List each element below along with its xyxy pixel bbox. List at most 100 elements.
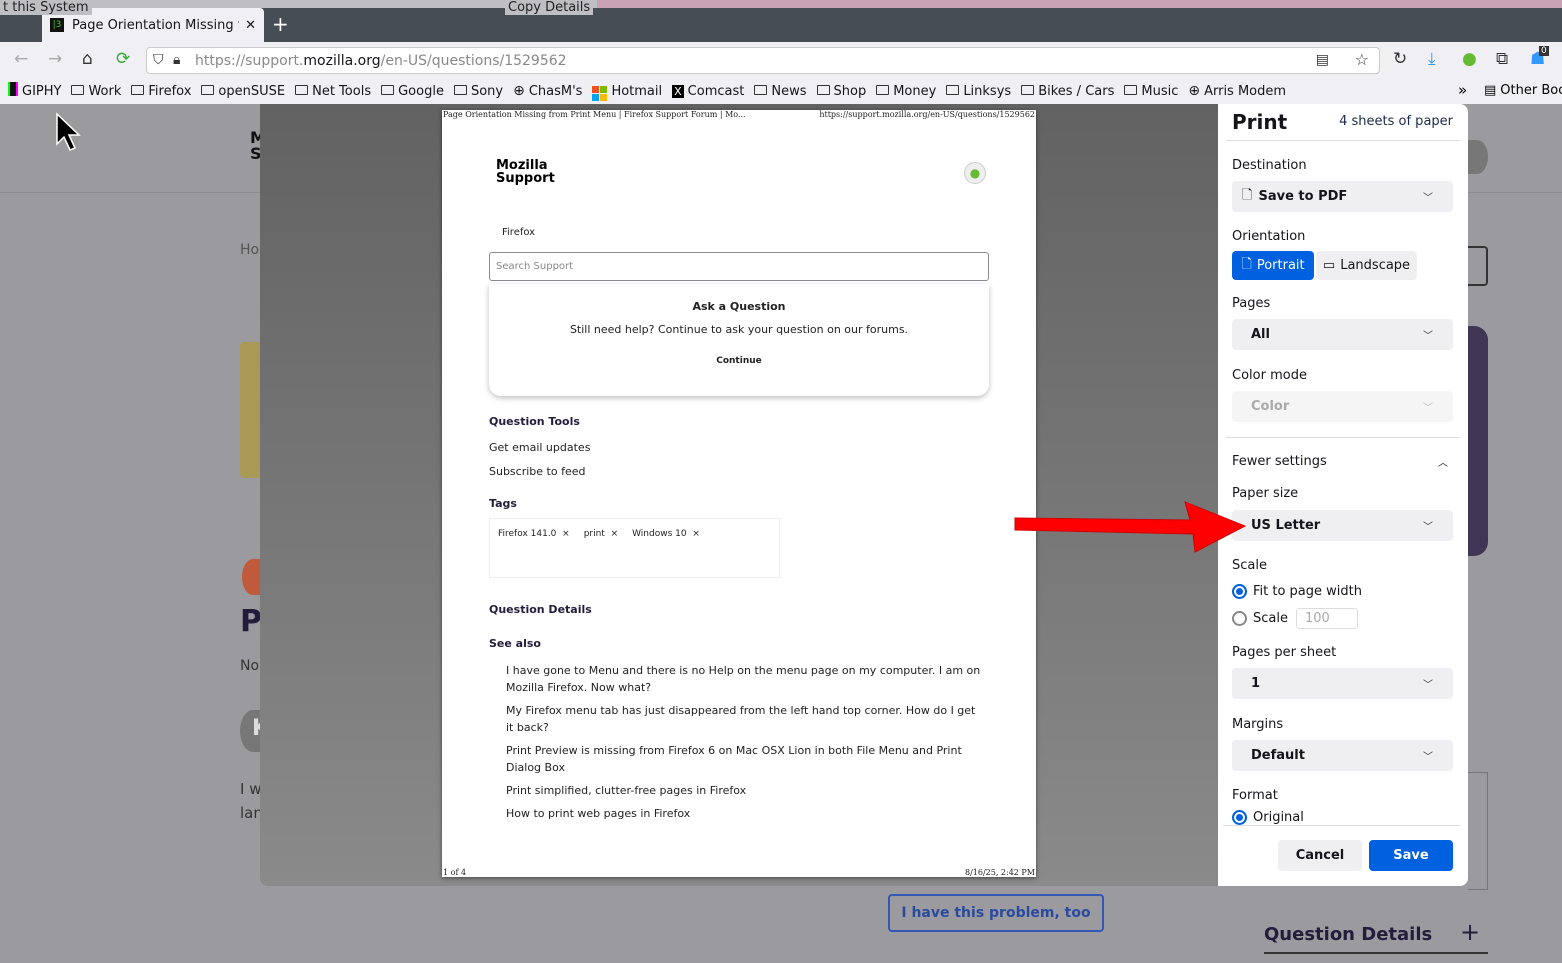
search-button-fragment[interactable] (1468, 246, 1488, 286)
bookmark-linksys[interactable]: Linksys (946, 84, 1011, 99)
new-tab-button[interactable]: + (272, 12, 289, 36)
question-details-heading[interactable]: Question Details (1264, 924, 1432, 945)
see-also-item: Print Preview is missing from Firefox 6 … (506, 744, 962, 774)
bookmark-label: ChasM's (528, 83, 583, 99)
annotation-arrow-icon (1014, 501, 1247, 553)
pages-per-sheet-select[interactable]: 1 ﹀ (1232, 668, 1453, 699)
fewer-settings-toggle[interactable]: Fewer settings (1232, 454, 1327, 469)
scale-input[interactable]: 100 (1295, 608, 1358, 629)
bookmark-label: Hotmail (611, 83, 663, 99)
see-also-item: Print simplified, clutter-free pages in … (506, 784, 747, 797)
shield-icon[interactable]: ⛉ (153, 52, 164, 68)
question-details-heading: Question Details (489, 603, 592, 616)
bookmark-label: Music (1141, 83, 1179, 99)
folder-icon (131, 84, 145, 99)
folder-icon (201, 84, 215, 99)
color-mode-label: Color mode (1232, 368, 1307, 383)
tool-item: Get email updates (489, 441, 591, 454)
card-fragment (1468, 772, 1488, 890)
ask-text: Still need help? Continue to ask your qu… (569, 323, 909, 336)
bookmarks-list-icon: ▤ (1484, 83, 1497, 98)
cancel-button[interactable]: Cancel (1278, 840, 1362, 871)
chevron-down-icon: ﹀ (1423, 331, 1433, 342)
update-icon[interactable]: ⟳ (116, 49, 130, 69)
reader-view-icon[interactable]: ▤ (1316, 52, 1329, 68)
fit-to-width-radio[interactable]: Fit to page width (1232, 584, 1362, 599)
bookmark-money[interactable]: Money (876, 84, 936, 99)
home-icon[interactable]: ⌂ (82, 49, 93, 69)
url-bar[interactable]: ⛉ 🔒︎ https://support. mozilla.org/en-US/q… (146, 47, 1380, 74)
desktop-strip (0, 0, 1562, 8)
bookmark-hotmail[interactable]: Hotmail (592, 82, 662, 101)
custom-scale-radio[interactable]: Scale 100 (1232, 608, 1358, 629)
bookmark-net-tools[interactable]: Net Tools (295, 84, 371, 99)
bookmark-label: openSUSE (218, 83, 286, 99)
back-icon[interactable]: ← (14, 49, 28, 69)
more-bookmarks-icon[interactable]: » (1458, 81, 1467, 99)
bookmark-google[interactable]: Google (381, 84, 444, 99)
save-button[interactable]: Save (1369, 840, 1453, 871)
folder-icon (381, 84, 395, 99)
problem-too-button[interactable]: I have this problem, too (888, 894, 1104, 932)
bookmark-firefox[interactable]: Firefox (131, 84, 191, 99)
forward-icon[interactable]: → (48, 49, 62, 69)
chevron-down-icon: ﹀ (1423, 752, 1433, 763)
bookmark-news[interactable]: News (754, 84, 807, 99)
folder-icon (295, 84, 309, 99)
bookmark-giphy[interactable]: GIPHY (8, 82, 61, 100)
bookmark-music[interactable]: Music (1124, 84, 1178, 99)
tab-title: Page Orientation Missing from Print Menu… (72, 17, 239, 33)
chevron-up-icon[interactable]: ︿ (1438, 454, 1448, 469)
chevron-down-icon: ﹀ (1423, 680, 1433, 691)
product-label: Firefox (502, 227, 536, 238)
portrait-button[interactable]: 🗋 Portrait (1232, 251, 1314, 280)
bookmark-chasm-s[interactable]: ⊕ ChasM's (513, 83, 582, 99)
download-icon[interactable]: ⤓ (1428, 49, 1436, 69)
landscape-button[interactable]: ▭ Landscape (1316, 251, 1417, 280)
url-path: /en-US/questions/1529562 (380, 52, 567, 69)
extensions-icon[interactable]: ⧉ (1496, 49, 1508, 69)
bookmark-label: GIPHY (22, 83, 62, 99)
pages-select[interactable]: All ﹀ (1232, 319, 1453, 350)
breadcrumb-fragment[interactable]: Ho (240, 242, 259, 258)
chevron-down-icon: ﹀ (1423, 403, 1433, 414)
format-label: Format (1232, 788, 1278, 803)
paper-size-select[interactable]: US Letter ﹀ (1232, 510, 1453, 541)
bookmark-label: Linksys (963, 83, 1012, 99)
bookmark-opensuse[interactable]: openSUSE (201, 84, 285, 99)
margins-select[interactable]: Default ﹀ (1232, 740, 1453, 771)
x-icon: X (672, 84, 684, 98)
bookmark-label: Sony (470, 83, 504, 99)
format-original-radio[interactable]: Original (1232, 810, 1304, 825)
user-avatar[interactable] (1466, 140, 1488, 174)
expand-icon[interactable]: + (1460, 918, 1480, 946)
bookmark-arris-modem[interactable]: ⊕ Arris Modem (1188, 83, 1286, 99)
destination-select[interactable]: 🗋 Save to PDF ﹀ (1232, 181, 1453, 212)
opensuse-extension-icon[interactable]: ● (1462, 49, 1477, 69)
page-header-title: Page Orientation Missing from Print Menu… (443, 110, 746, 119)
reload-icon[interactable]: ↻ (1393, 49, 1407, 69)
other-bookmarks[interactable]: ▤Other Bookmarks (1484, 83, 1562, 98)
promo-card-fragment (1468, 326, 1488, 556)
close-tab-icon[interactable]: ✕ (245, 18, 256, 33)
portrait-icon: 🗋 (1241, 256, 1252, 272)
color-mode-select[interactable]: Color ﹀ (1232, 391, 1453, 422)
tags-box: Firefox 141.0 × print × Windows 10 × (489, 518, 780, 578)
giphy-icon (8, 82, 18, 100)
bookmark-star-icon[interactable]: ☆ (1355, 50, 1369, 69)
site-favicon-icon: |3 (50, 18, 64, 32)
bookmark-shop[interactable]: Shop (816, 84, 866, 99)
scale-label: Scale (1232, 558, 1267, 573)
bookmark-bikes-cars[interactable]: Bikes / Cars (1021, 84, 1114, 99)
bookmark-work[interactable]: Work (71, 84, 121, 99)
bookmark-label: Arris Modem (1204, 83, 1287, 99)
lock-icon[interactable]: 🔒︎ (173, 52, 180, 68)
folder-icon (1021, 84, 1035, 99)
windows-icon (592, 82, 608, 101)
continue-link: Continue (716, 356, 762, 366)
sub-fragment: No (240, 658, 260, 674)
bookmark-sony[interactable]: Sony (453, 83, 504, 99)
extension-badge: 0 (1539, 46, 1549, 56)
bookmark-comcast[interactable]: X Comcast (672, 84, 744, 99)
url-prefix: https://support. (195, 52, 304, 69)
